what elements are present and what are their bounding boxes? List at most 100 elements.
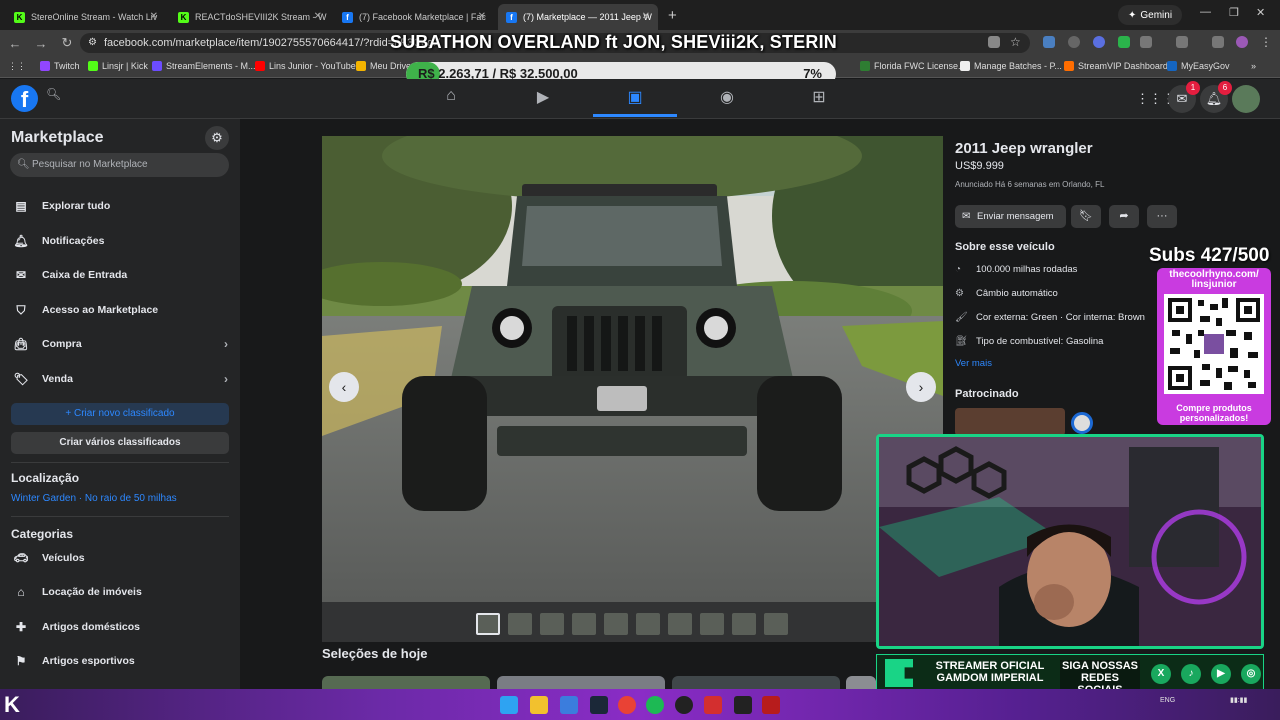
more-bookmarks-icon[interactable]: » bbox=[1251, 61, 1256, 71]
send-message-button[interactable]: ✉ Enviar mensagem bbox=[955, 205, 1066, 228]
photo-thumbnail[interactable] bbox=[732, 613, 756, 635]
video-icon[interactable]: ▶ bbox=[501, 87, 585, 117]
facebook-logo[interactable]: f bbox=[11, 85, 38, 112]
sidebar-item-buying[interactable]: 👜︎ Compra › bbox=[10, 330, 230, 358]
profile-icon[interactable] bbox=[1236, 36, 1248, 48]
save-icon[interactable]: 🔖︎ bbox=[1071, 205, 1101, 228]
previous-photo-button[interactable]: ‹ bbox=[329, 372, 359, 402]
category-home-goods[interactable]: ✚ Artigos domésticos bbox=[10, 613, 230, 641]
gemini-button[interactable]: ✦ Gemini bbox=[1118, 5, 1183, 25]
bmw-logo-icon[interactable] bbox=[1071, 412, 1093, 434]
see-more-link[interactable]: Ver mais bbox=[955, 358, 992, 369]
menu-grid-icon[interactable]: ⋮⋮⋮ bbox=[1136, 85, 1175, 113]
close-icon[interactable]: ✕ bbox=[150, 11, 158, 22]
browser-tab[interactable]: K REACTdoSHEVIII2K Stream - W ✕ bbox=[170, 4, 330, 30]
sidebar-item-selling[interactable]: 🏷︎ Venda › bbox=[10, 365, 230, 393]
bookmark[interactable]: Linsjr | Kick bbox=[88, 61, 148, 71]
marketplace-search-input[interactable]: 🔍︎ Pesquisar no Marketplace bbox=[10, 153, 229, 177]
photo-thumbnail[interactable] bbox=[572, 613, 596, 635]
more-options-icon[interactable]: ··· bbox=[1147, 205, 1177, 228]
bookmark[interactable]: Florida FWC License... bbox=[860, 61, 966, 71]
spotify-icon[interactable] bbox=[646, 696, 664, 714]
sponsored-ad-image[interactable] bbox=[955, 408, 1065, 436]
messenger-icon[interactable]: ✉ 1 bbox=[1168, 81, 1200, 113]
back-icon[interactable]: ← bbox=[4, 36, 26, 51]
location-link[interactable]: Winter Garden · No raio de 50 milhas bbox=[11, 493, 177, 504]
listing-card[interactable] bbox=[322, 676, 490, 690]
sidebar-item-inbox[interactable]: ✉ Caixa de Entrada bbox=[10, 261, 230, 289]
downloads-icon[interactable] bbox=[1212, 36, 1224, 48]
install-icon[interactable] bbox=[988, 36, 1000, 48]
listing-card[interactable] bbox=[497, 676, 665, 690]
menu-icon[interactable]: ⋮ bbox=[1260, 36, 1272, 48]
photo-thumbnail[interactable] bbox=[668, 613, 692, 635]
sidebar-item-notifications[interactable]: 🔔︎ Notificações bbox=[10, 227, 230, 255]
sidebar-icon[interactable] bbox=[1176, 36, 1188, 48]
groups-icon[interactable]: ◉ bbox=[685, 87, 769, 117]
photo-thumbnail[interactable] bbox=[604, 613, 628, 635]
app-icon[interactable] bbox=[704, 696, 722, 714]
browser-tab[interactable]: K StereOnline Stream - Watch Liv ✕ bbox=[6, 4, 166, 30]
app-icon[interactable] bbox=[762, 696, 780, 714]
file-explorer-icon[interactable] bbox=[530, 696, 548, 714]
bookmark[interactable]: Lins Junior - YouTube bbox=[255, 61, 356, 71]
photo-thumbnail[interactable] bbox=[636, 613, 660, 635]
extension-icon[interactable] bbox=[1093, 36, 1105, 48]
clock[interactable]: ▮▮:▮▮ bbox=[1230, 697, 1270, 705]
marketplace-icon[interactable]: ▣ bbox=[593, 87, 677, 117]
edge-icon[interactable] bbox=[560, 696, 578, 714]
sidebar-item-access[interactable]: ⛉ Acesso ao Marketplace bbox=[10, 296, 230, 324]
avatar[interactable] bbox=[1232, 85, 1260, 113]
windows-start-icon[interactable] bbox=[500, 696, 518, 714]
chrome-icon[interactable] bbox=[618, 696, 636, 714]
notifications-icon[interactable]: 🔔︎ 6 bbox=[1200, 81, 1232, 113]
photo-thumbnail[interactable] bbox=[700, 613, 724, 635]
bookmark[interactable]: Twitch bbox=[40, 61, 80, 71]
listing-card[interactable] bbox=[846, 676, 876, 690]
terminal-icon[interactable] bbox=[734, 696, 752, 714]
site-info-icon[interactable]: ⚙ bbox=[88, 33, 97, 53]
photo-thumbnail[interactable] bbox=[508, 613, 532, 635]
create-listing-button[interactable]: + Criar novo classificado bbox=[11, 403, 229, 425]
apps-icon[interactable]: ⋮⋮ bbox=[8, 61, 26, 72]
home-icon[interactable]: ⌂ bbox=[409, 87, 493, 117]
window-close-icon[interactable]: ✕ bbox=[1256, 6, 1265, 19]
gaming-icon[interactable]: ⊞ bbox=[777, 87, 861, 117]
category-rentals[interactable]: ⌂ Locação de imóveis bbox=[10, 578, 230, 606]
reload-icon[interactable]: ↻ bbox=[56, 35, 78, 51]
close-icon[interactable]: ✕ bbox=[478, 11, 486, 22]
photo-thumbnail[interactable] bbox=[764, 613, 788, 635]
minimize-icon[interactable]: — bbox=[1200, 6, 1211, 18]
create-multiple-listings-button[interactable]: Criar vários classificados bbox=[11, 432, 229, 454]
bookmark[interactable]: MyEasyGov bbox=[1167, 61, 1230, 71]
browser-tab[interactable]: f (7) Facebook Marketplace | Fac ✕ bbox=[334, 4, 494, 30]
bookmark[interactable]: Manage Batches - P... bbox=[960, 61, 1062, 71]
obs-icon[interactable] bbox=[675, 696, 693, 714]
category-sports[interactable]: ⚑ Artigos esportivos bbox=[10, 647, 230, 675]
close-icon[interactable]: ✕ bbox=[642, 11, 650, 22]
category-vehicles[interactable]: 🚗︎ Veículos bbox=[10, 544, 230, 572]
photo-thumbnail[interactable] bbox=[540, 613, 564, 635]
listing-card[interactable] bbox=[672, 676, 840, 690]
extension-icon[interactable] bbox=[1043, 36, 1055, 48]
forward-icon[interactable]: → bbox=[30, 36, 52, 51]
browser-tab-active[interactable]: f (7) Marketplace — 2011 Jeep W ✕ bbox=[498, 4, 658, 30]
sidebar-item-explore[interactable]: ▤ Explorar tudo bbox=[10, 192, 230, 220]
gear-icon[interactable]: ⚙ bbox=[205, 126, 229, 150]
google-icon[interactable] bbox=[1068, 36, 1080, 48]
bookmark[interactable]: Meu Drive bbox=[356, 61, 411, 71]
puzzle-icon[interactable] bbox=[1140, 36, 1152, 48]
new-tab-button[interactable]: + bbox=[668, 7, 677, 24]
steam-icon[interactable] bbox=[590, 696, 608, 714]
bookmark[interactable]: StreamElements - M... bbox=[152, 61, 256, 71]
share-icon[interactable]: ➦ bbox=[1109, 205, 1139, 228]
maximize-icon[interactable]: ❐ bbox=[1229, 6, 1239, 19]
photo-thumbnail[interactable] bbox=[476, 613, 500, 635]
next-photo-button[interactable]: › bbox=[906, 372, 936, 402]
search-icon[interactable]: 🔍︎ bbox=[46, 87, 68, 109]
language-indicator[interactable]: ENG bbox=[1160, 697, 1175, 705]
extension-icon[interactable] bbox=[1118, 36, 1130, 48]
close-icon[interactable]: ✕ bbox=[314, 11, 322, 22]
bookmark[interactable]: StreamVIP Dashboard bbox=[1064, 61, 1168, 71]
star-icon[interactable]: ☆ bbox=[1010, 36, 1022, 48]
